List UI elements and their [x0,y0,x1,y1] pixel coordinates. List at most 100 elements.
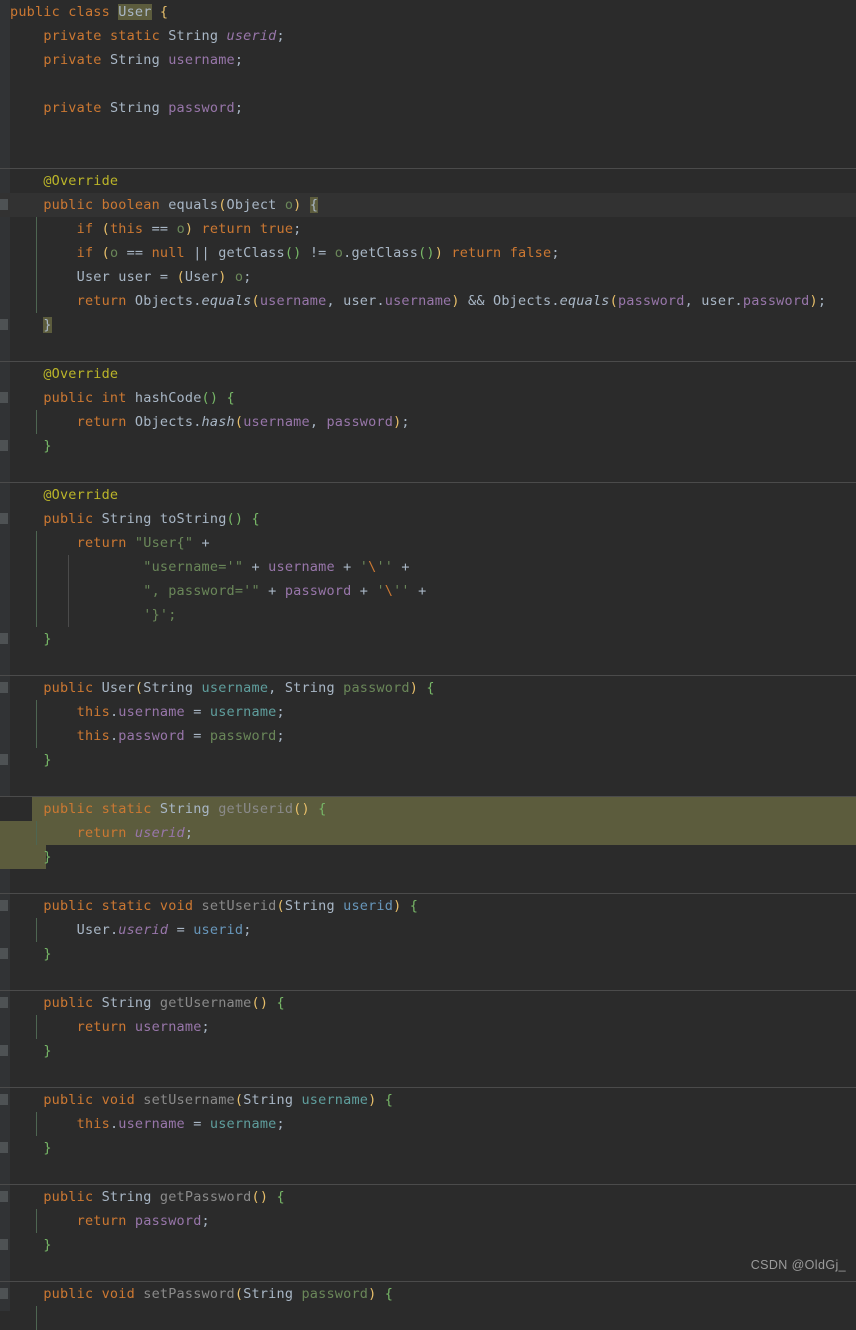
fold-marker-getpassword[interactable] [0,1191,8,1202]
code-line-getpassword-close[interactable]: } [0,1233,856,1257]
code-line-blank-8[interactable] [0,869,856,893]
token-ref-password-2: password [134,1213,202,1229]
token-field-password: password [168,100,235,116]
code-line-getusername-body[interactable]: return username; [0,1015,856,1039]
fold-marker-setusername-end[interactable] [0,1142,8,1153]
code-line-equals-body-3[interactable]: User user = (User) o; [0,265,856,289]
code-line-equals-signature[interactable]: public boolean equals(Object o) { [0,193,856,217]
code-line-field-userid[interactable]: private static String userid; [0,24,856,48]
token-lparen-2: ( [101,221,110,237]
code-line-constructor-signature[interactable]: public User(String username, String pass… [0,676,856,700]
code-line-constructor-close[interactable]: } [0,748,856,772]
token-rparen-10: ) [368,1092,377,1108]
code-line-blank-3[interactable] [0,144,856,168]
token-lparen-4: ( [176,269,185,285]
code-line-blank-5[interactable] [0,458,856,482]
code-line-blank-10[interactable] [0,1063,856,1087]
code-line-equals-body-4[interactable]: return Objects.equals(username, user.use… [0,289,856,313]
code-line-blank-4[interactable] [0,337,856,361]
code-line-setuserid-signature[interactable]: public static void setUserid(String user… [0,894,856,918]
code-line-blank-6[interactable] [0,651,856,675]
token-type-string-12: String [243,1286,294,1302]
token-rparen-8: ) [409,680,419,696]
code-line-getpassword-body[interactable]: return password; [0,1209,856,1233]
token-public-3: public [43,197,94,213]
fold-marker-hashcode-end[interactable] [0,440,8,451]
code-line-tostring-body-4[interactable]: '}'; [0,603,856,627]
code-line-hashcode-body[interactable]: return Objects.hash(username, password); [0,410,856,434]
token-return-7: return [76,1019,127,1035]
token-dot-5: . [734,293,743,309]
fold-marker-equals[interactable] [0,199,8,210]
code-line-setuserid-close[interactable]: } [0,942,856,966]
code-line-tostring-body-1[interactable]: return "User{" + [0,531,856,555]
fold-marker-constructor-end[interactable] [0,754,8,765]
code-line-blank-7[interactable] [0,772,856,796]
code-line-constructor-body-2[interactable]: this.password = password; [0,724,856,748]
fold-marker-getpassword-end[interactable] [0,1239,8,1250]
token-type-string-4: String [101,511,152,527]
fold-marker-equals-end[interactable] [0,319,8,330]
code-line-equals-body-1[interactable]: if (this == o) return true; [0,217,856,241]
fold-marker-constructor[interactable] [0,682,8,693]
code-line-tostring-close[interactable]: } [0,627,856,651]
code-line-blank-1[interactable] [0,72,856,96]
code-line-blank-9[interactable] [0,966,856,990]
token-method-hashcode-suffix: Code [168,390,202,406]
code-line-annotation-override-1[interactable]: @Override [0,169,856,193]
code-line-tostring-body-3[interactable]: ", password='" + password + '\'' + [0,579,856,603]
code-line-setusername-close[interactable]: } [0,1136,856,1160]
token-semicolon-7: ; [817,293,827,309]
code-line-getpassword-signature[interactable]: public String getPassword() { [0,1185,856,1209]
code-line-field-username[interactable]: private String username; [0,48,856,72]
code-line-equals-body-2[interactable]: if (o == null || getClass() != o.getClas… [0,241,856,265]
token-param-username-2: username [209,704,277,720]
code-line-setusername-body[interactable]: this.username = username; [0,1112,856,1136]
token-lparen-3: ( [101,245,110,261]
token-semicolon-8: ; [401,414,410,430]
code-line-setpassword-signature[interactable]: public void setPassword(String password)… [0,1282,856,1306]
code-line-setusername-signature[interactable]: public void setUsername(String username)… [0,1088,856,1112]
fold-marker-hashcode[interactable] [0,392,8,403]
code-line-blank-2[interactable] [0,120,856,144]
code-line-getuserid-body[interactable]: return userid; [0,821,856,845]
code-line-annotation-override-2[interactable]: @Override [0,362,856,386]
code-line-setpassword-body-partial[interactable] [0,1306,856,1330]
code-line-blank-12[interactable] [0,1257,856,1281]
code-line-annotation-override-3[interactable]: @Override [0,483,856,507]
code-line-getuserid-signature[interactable]: public static String getUserid() { [0,797,856,821]
token-close-brace-getuserid: } [43,849,52,865]
code-line-tostring-body-2[interactable]: "username='" + username + '\'' + [0,555,856,579]
token-o-1: o [176,221,185,237]
fold-marker-getusername-end[interactable] [0,1045,8,1056]
token-return-5: return [76,535,127,551]
code-line-hashcode-close[interactable]: } [0,434,856,458]
token-lparen-6: ( [609,293,618,309]
code-line-blank-11[interactable] [0,1160,856,1184]
code-line-equals-close[interactable]: } [0,313,856,337]
fold-marker-setuserid[interactable] [0,900,8,911]
token-char-quote-1: '\'' [359,559,402,575]
fold-marker-getusername[interactable] [0,997,8,1008]
fold-marker-tostring[interactable] [0,513,8,524]
code-line-getusername-signature[interactable]: public String getUsername() { [0,991,856,1015]
fold-marker-tostring-end[interactable] [0,633,8,644]
code-line-getusername-close[interactable]: } [0,1039,856,1063]
token-string-close: '}'; [143,607,177,623]
code-line-field-password[interactable]: private String password; [0,96,856,120]
code-line-getuserid-close[interactable]: } [0,845,856,869]
code-line-constructor-body-1[interactable]: this.username = username; [0,700,856,724]
token-semicolon-4: ; [293,221,302,237]
code-line-setuserid-body[interactable]: User.userid = userid; [0,918,856,942]
token-neq-1: != [309,245,327,261]
code-editor[interactable]: public class User { private static Strin… [0,0,856,1330]
token-field-userid: userid [226,28,277,44]
fold-marker-setuserid-end[interactable] [0,948,8,959]
fold-marker-setusername[interactable] [0,1094,8,1105]
token-equals-call-2: equals [559,293,610,309]
token-semicolon-12: ; [243,922,252,938]
code-line-tostring-signature[interactable]: public String toString() { [0,507,856,531]
fold-marker-setpassword[interactable] [0,1288,8,1299]
code-line-hashcode-signature[interactable]: public int hashCode() { [0,386,856,410]
code-line-class-declaration[interactable]: public class User { [0,0,856,24]
